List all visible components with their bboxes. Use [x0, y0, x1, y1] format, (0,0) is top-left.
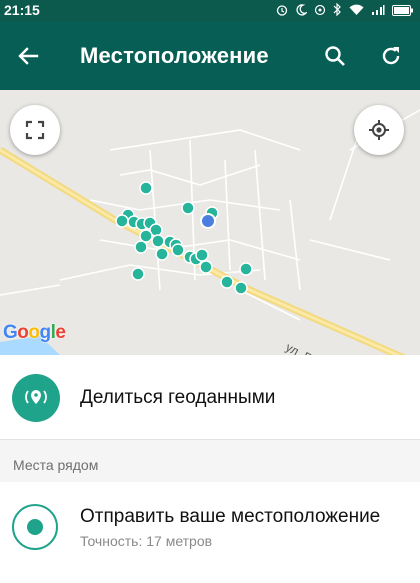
fullscreen-icon: [25, 120, 45, 140]
battery-icon: [392, 4, 414, 19]
share-location-row[interactable]: Делиться геоданными: [0, 355, 420, 440]
status-time: 21:15: [4, 2, 40, 18]
fullscreen-button[interactable]: [10, 105, 60, 155]
signal-icon: [371, 4, 385, 19]
search-icon: [325, 46, 345, 66]
back-arrow-icon: [18, 47, 39, 65]
send-location-row[interactable]: Отправить ваше местоположение Точность: …: [0, 482, 420, 583]
accuracy-label: Точность: 17 метров: [80, 533, 213, 549]
page-title: Местоположение: [80, 43, 269, 68]
nearby-header-label: Места рядом: [13, 457, 99, 473]
current-location-icon: [12, 504, 58, 550]
share-location-label: Делиться геоданными: [80, 387, 276, 408]
nearby-section-header: Места рядом: [0, 440, 420, 482]
refresh-icon: [382, 47, 400, 65]
my-location-button[interactable]: [354, 105, 404, 155]
google-logo: Google: [3, 322, 66, 343]
search-button[interactable]: [317, 38, 353, 74]
live-location-icon: [12, 374, 60, 422]
my-location-icon: [369, 120, 389, 140]
wifi-icon: [349, 4, 364, 19]
status-icons: [276, 2, 414, 19]
send-location-label: Отправить ваше местоположение: [80, 506, 381, 527]
status-bar: 21:15: [0, 0, 420, 22]
bluetooth-icon: [333, 2, 342, 19]
refresh-button[interactable]: [373, 38, 409, 74]
moon-icon: [295, 3, 308, 19]
app-bar: Местоположение: [0, 22, 420, 90]
alarm-icon: [276, 4, 288, 19]
hotspot-icon: [314, 4, 326, 19]
back-button[interactable]: [10, 38, 46, 74]
map-view[interactable]: Google ул. Больш: [0, 90, 420, 355]
